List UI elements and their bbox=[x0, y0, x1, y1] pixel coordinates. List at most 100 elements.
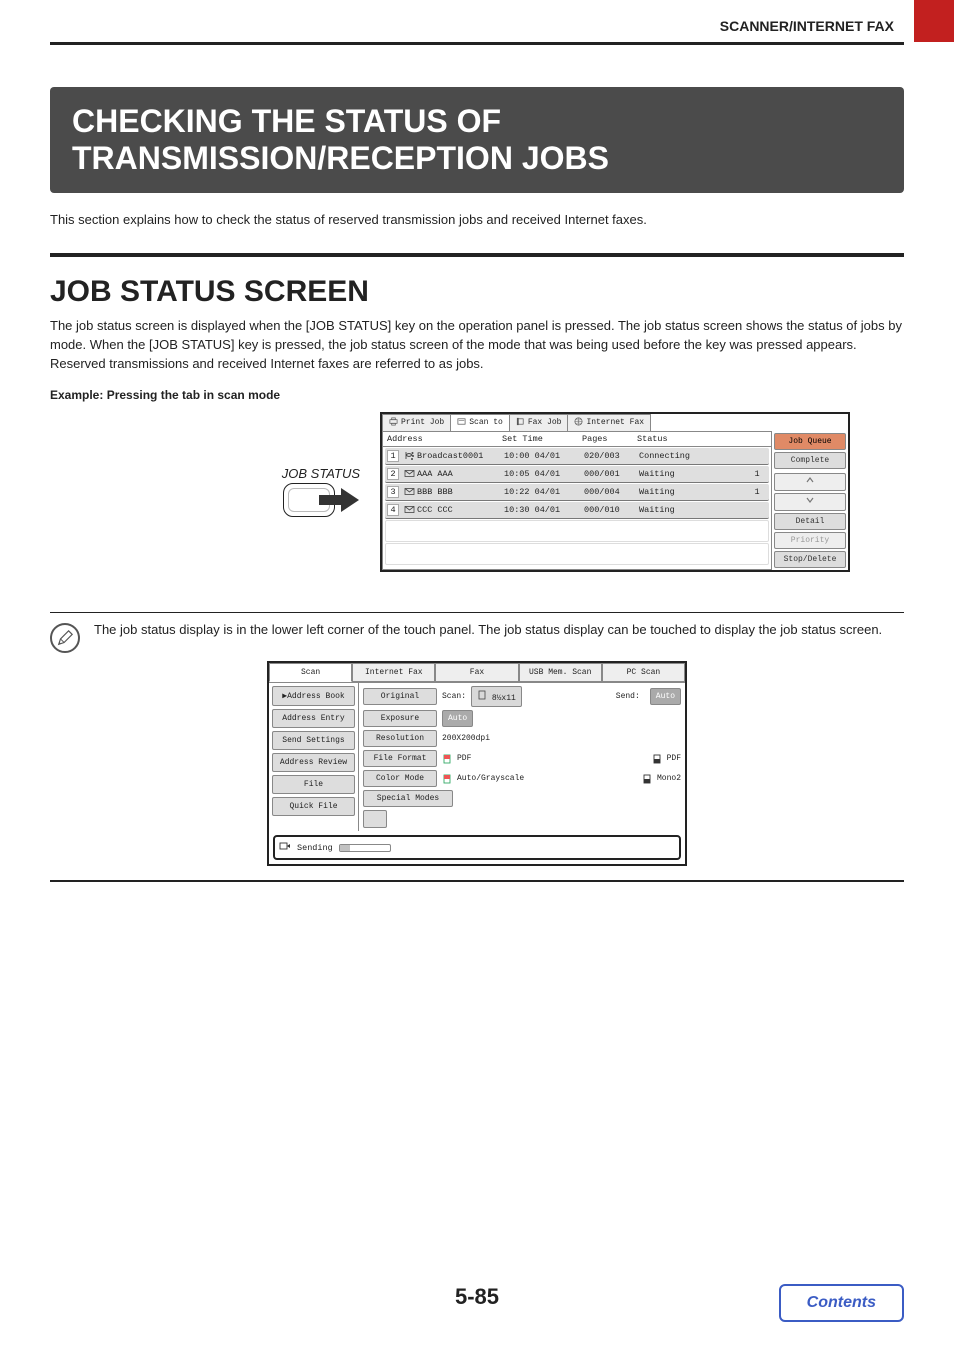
subsection-body: The job status screen is displayed when … bbox=[50, 317, 904, 374]
file-format-val1: PDF bbox=[457, 754, 471, 763]
btn-label: Priority bbox=[791, 536, 829, 545]
chevron-up-icon bbox=[806, 476, 814, 487]
tab-label: Print Job bbox=[401, 418, 444, 427]
tab-pc-scan[interactable]: PC Scan bbox=[602, 663, 685, 682]
lbl: ▶Address Book bbox=[282, 692, 344, 701]
subsection-title: JOB STATUS SCREEN bbox=[50, 275, 904, 309]
banner-line2: TRANSMISSION/RECEPTION JOBS bbox=[72, 140, 882, 177]
operation-panel: Scan Internet Fax Fax USB Mem. Scan PC S… bbox=[267, 661, 687, 866]
contents-button[interactable]: Contents bbox=[779, 1284, 904, 1322]
row-index: 1 bbox=[387, 450, 399, 462]
tab-internet-fax[interactable]: Internet Fax bbox=[567, 414, 651, 431]
tab-usb-mem-scan[interactable]: USB Mem. Scan bbox=[519, 663, 602, 682]
row-status: Waiting bbox=[639, 469, 747, 479]
row-color-mode: Color Mode Auto/Grayscale Mono2 bbox=[363, 770, 681, 787]
arrow-icon bbox=[341, 488, 359, 512]
tab-scan-to[interactable]: Scan to bbox=[450, 414, 510, 431]
color-page-icon bbox=[442, 754, 452, 764]
row-preview bbox=[363, 810, 681, 828]
address-book-button[interactable]: ▶Address Book bbox=[272, 686, 355, 706]
tab-label: Internet Fax bbox=[586, 418, 644, 427]
btn-label: Detail bbox=[796, 517, 825, 526]
row-address: BBB BBB bbox=[417, 487, 504, 497]
row-status: Connecting bbox=[639, 451, 747, 461]
send-size-chip[interactable]: Auto bbox=[650, 688, 681, 705]
color-mode-val2: Mono2 bbox=[657, 774, 681, 783]
col-status: Status bbox=[637, 434, 747, 444]
job-list-header: Address Set Time Pages Status bbox=[383, 432, 771, 447]
job-status-side: Job Queue Complete Detail Priority bbox=[772, 431, 848, 570]
mono-page-icon bbox=[652, 754, 662, 764]
row-pages: 000/004 bbox=[584, 487, 639, 497]
scroll-up-button[interactable] bbox=[774, 473, 846, 491]
sending-icon bbox=[279, 840, 291, 855]
address-entry-button[interactable]: Address Entry bbox=[272, 709, 355, 728]
col-address: Address bbox=[387, 434, 502, 444]
address-review-button[interactable]: Address Review bbox=[272, 753, 355, 772]
job-row-empty bbox=[385, 543, 769, 565]
preview-button[interactable] bbox=[363, 810, 387, 828]
note-pencil-icon bbox=[50, 623, 80, 653]
tab-label: Fax Job bbox=[528, 418, 562, 427]
col-set-time: Set Time bbox=[502, 434, 582, 444]
row-status: Waiting bbox=[639, 487, 747, 497]
chevron-down-icon bbox=[806, 496, 814, 507]
broadcast-icon bbox=[401, 450, 417, 461]
row-pages: 020/003 bbox=[584, 451, 639, 461]
special-modes-button[interactable]: Special Modes bbox=[363, 790, 453, 807]
row-original: Original Scan: 8½x11 Send: Auto bbox=[363, 686, 681, 707]
mail-icon bbox=[401, 468, 417, 479]
job-row[interactable]: 4 CCC CCC 10:30 04/01 000/010 Waiting bbox=[385, 502, 769, 519]
tab-fax[interactable]: Fax bbox=[435, 663, 518, 682]
exposure-button[interactable]: Exposure bbox=[363, 710, 437, 727]
row-index: 2 bbox=[387, 468, 399, 480]
ops-right-column: Original Scan: 8½x11 Send: Auto Exposure… bbox=[359, 683, 685, 831]
btn-label: Stop/Delete bbox=[784, 555, 837, 564]
row-index: 3 bbox=[387, 486, 399, 498]
row-time: 10:22 04/01 bbox=[504, 487, 584, 497]
stop-delete-button[interactable]: Stop/Delete bbox=[774, 551, 846, 568]
resolution-value: 200X200dpi bbox=[442, 734, 490, 743]
job-queue-button[interactable]: Job Queue bbox=[774, 433, 846, 450]
original-button[interactable]: Original bbox=[363, 688, 437, 705]
quick-file-button[interactable]: Quick File bbox=[272, 797, 355, 816]
val: 8½x11 bbox=[492, 694, 516, 703]
job-status-tabs: Print Job Scan to Fax Job Internet Fax bbox=[382, 414, 848, 431]
detail-button[interactable]: Detail bbox=[774, 513, 846, 530]
exposure-value[interactable]: Auto bbox=[442, 710, 473, 727]
tab-scan[interactable]: Scan bbox=[269, 663, 352, 682]
header-rule bbox=[50, 42, 904, 45]
resolution-button[interactable]: Resolution bbox=[363, 730, 437, 747]
tab-print-job[interactable]: Print Job bbox=[382, 414, 451, 431]
tab-fax-job[interactable]: Fax Job bbox=[509, 414, 569, 431]
intro-text: This section explains how to check the s… bbox=[50, 211, 904, 230]
complete-button[interactable]: Complete bbox=[774, 452, 846, 469]
scan-label: Scan: bbox=[442, 692, 466, 701]
scan-size-chip[interactable]: 8½x11 bbox=[471, 686, 522, 707]
send-settings-button[interactable]: Send Settings bbox=[272, 731, 355, 750]
color-mode-button[interactable]: Color Mode bbox=[363, 770, 437, 787]
send-label: Send: bbox=[616, 692, 640, 701]
color-page-icon bbox=[442, 774, 452, 784]
row-time: 10:05 04/01 bbox=[504, 469, 584, 479]
priority-button[interactable]: Priority bbox=[774, 532, 846, 549]
progress-bar bbox=[339, 844, 391, 852]
scroll-down-button[interactable] bbox=[774, 493, 846, 511]
mono-page-icon bbox=[642, 774, 652, 784]
row-file-format: File Format PDF PDF bbox=[363, 750, 681, 767]
page-banner: CHECKING THE STATUS OF TRANSMISSION/RECE… bbox=[50, 87, 904, 193]
file-button[interactable]: File bbox=[272, 775, 355, 794]
file-format-button[interactable]: File Format bbox=[363, 750, 437, 767]
job-status-display[interactable]: Sending bbox=[273, 835, 681, 860]
row-index: 4 bbox=[387, 504, 399, 516]
page-icon bbox=[477, 690, 487, 700]
note-text: The job status display is in the lower l… bbox=[94, 621, 882, 639]
note-divider-bottom bbox=[50, 880, 904, 882]
job-row[interactable]: 2 AAA AAA 10:05 04/01 000/001 Waiting 1 bbox=[385, 466, 769, 483]
fax-icon bbox=[516, 417, 525, 429]
tab-internet-fax[interactable]: Internet Fax bbox=[352, 663, 435, 682]
job-list: Address Set Time Pages Status 1 Broadcas… bbox=[382, 431, 772, 570]
job-row[interactable]: 1 Broadcast0001 10:00 04/01 020/003 Conn… bbox=[385, 448, 769, 465]
job-row[interactable]: 3 BBB BBB 10:22 04/01 000/004 Waiting 1 bbox=[385, 484, 769, 501]
printer-icon bbox=[389, 417, 398, 429]
